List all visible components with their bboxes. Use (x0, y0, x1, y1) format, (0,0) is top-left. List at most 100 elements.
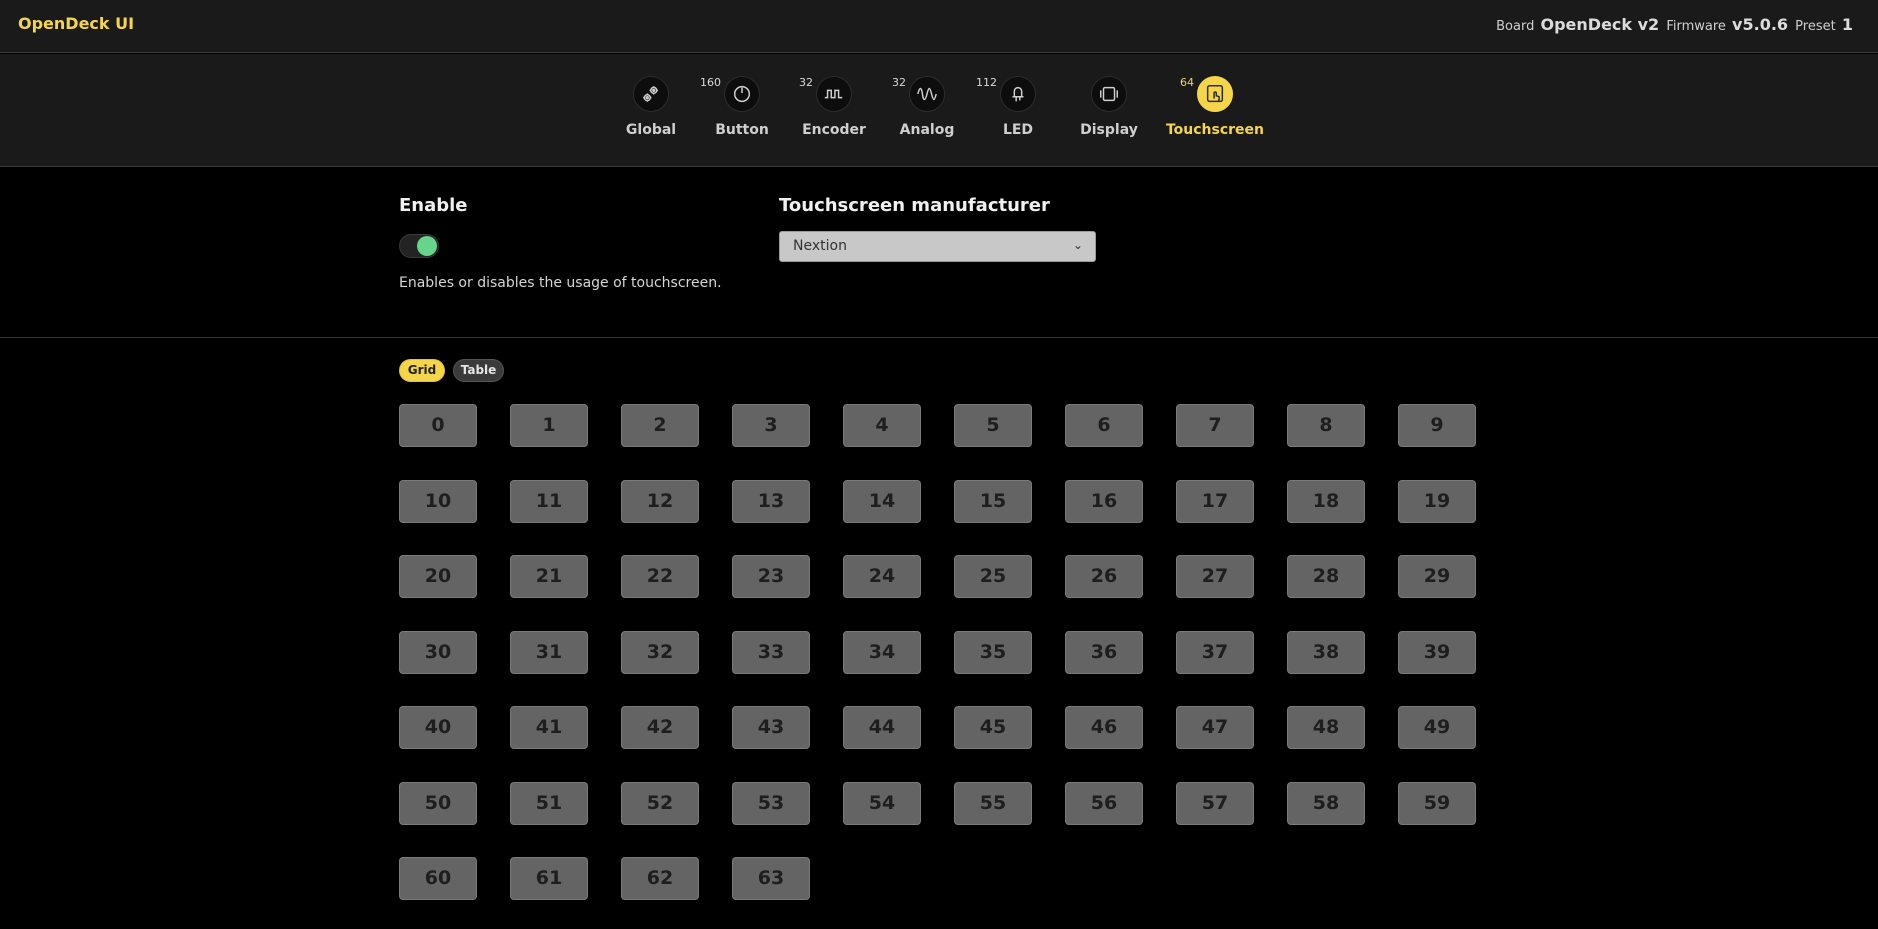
touchscreen-component-button[interactable]: 42 (621, 706, 699, 749)
touchscreen-component-button[interactable]: 58 (1287, 781, 1365, 825)
touchscreen-component-button[interactable]: 39 (1398, 630, 1476, 674)
touchscreen-component-button[interactable]: 62 (621, 857, 699, 900)
touchscreen-component-button[interactable]: 5 (954, 404, 1032, 447)
touchscreen-component-button[interactable]: 57 (1176, 781, 1254, 825)
touchscreen-component-button[interactable]: 13 (732, 479, 810, 523)
touchscreen-component-button[interactable]: 60 (399, 857, 477, 900)
nav-item-display[interactable]: Display (1059, 76, 1159, 146)
touchscreen-component-button[interactable]: 59 (1398, 781, 1476, 825)
touchscreen-component-button[interactable]: 52 (621, 781, 699, 825)
touchscreen-component-button[interactable]: 48 (1287, 706, 1365, 749)
nav-item-encoder[interactable]: 32 Encoder (784, 76, 884, 146)
board-value: OpenDeck v2 (1540, 15, 1660, 34)
touchscreen-component-button[interactable]: 50 (399, 781, 477, 825)
touchscreen-component-button[interactable]: 33 (732, 630, 810, 674)
nav-label: Global (625, 122, 677, 138)
nav-item-button[interactable]: 160 Button (692, 76, 792, 146)
touchscreen-component-button[interactable]: 30 (399, 630, 477, 674)
preset-value[interactable]: 1 (1842, 15, 1853, 34)
touchscreen-component-button[interactable]: 18 (1287, 479, 1365, 523)
nav-count: 160 (700, 76, 721, 89)
touchscreen-component-button[interactable]: 31 (510, 630, 588, 674)
touchscreen-component-button[interactable]: 11 (510, 479, 588, 523)
nav-count: 112 (976, 76, 997, 89)
touchscreen-component-button[interactable]: 49 (1398, 706, 1476, 749)
device-info: Board OpenDeck v2 Firmware v5.0.6 Preset… (1496, 15, 1856, 34)
touchscreen-component-button[interactable]: 14 (843, 479, 921, 523)
manufacturer-title: Touchscreen manufacturer (779, 195, 1050, 216)
touchscreen-component-button[interactable]: 0 (399, 404, 477, 447)
touchscreen-component-button[interactable]: 54 (843, 781, 921, 825)
nav-item-analog[interactable]: 32 Analog (877, 76, 977, 146)
enable-title: Enable (399, 195, 468, 216)
touchscreen-component-button[interactable]: 46 (1065, 706, 1143, 749)
touchscreen-component-button[interactable]: 9 (1398, 404, 1476, 447)
touchscreen-component-button[interactable]: 26 (1065, 555, 1143, 598)
touchscreen-component-button[interactable]: 36 (1065, 630, 1143, 674)
touchscreen-component-button[interactable]: 51 (510, 781, 588, 825)
manufacturer-value: Nextion (793, 238, 847, 254)
touchscreen-component-button[interactable]: 3 (732, 404, 810, 447)
touchscreen-component-button[interactable]: 40 (399, 706, 477, 749)
touchscreen-component-button[interactable]: 28 (1287, 555, 1365, 598)
firmware-label: Firmware (1666, 19, 1726, 34)
touchscreen-component-button[interactable]: 4 (843, 404, 921, 447)
toggle-knob (417, 236, 437, 256)
touchscreen-component-button[interactable]: 10 (399, 479, 477, 523)
firmware-value: v5.0.6 (1732, 15, 1789, 34)
nav-item-touchscreen[interactable]: 64 Touchscreen (1165, 76, 1265, 146)
touchscreen-component-button[interactable]: 44 (843, 706, 921, 749)
touch-hand-icon (1197, 76, 1233, 112)
touchscreen-component-button[interactable]: 29 (1398, 555, 1476, 598)
sine-wave-icon (909, 76, 945, 112)
nav-label: Display (1080, 122, 1138, 138)
touchscreen-component-button[interactable]: 55 (954, 781, 1032, 825)
nav-item-global[interactable]: Global (601, 76, 701, 146)
touchscreen-component-button[interactable]: 22 (621, 555, 699, 598)
nav-count: 32 (892, 76, 906, 89)
touchscreen-settings: Enable Enables or disables the usage of … (0, 168, 1878, 338)
nav-label: Encoder (802, 122, 866, 138)
touchscreen-component-button[interactable]: 38 (1287, 630, 1365, 674)
nav-item-led[interactable]: 112 LED (968, 76, 1068, 146)
view-table-button[interactable]: Table (453, 359, 504, 382)
touchscreen-component-button[interactable]: 47 (1176, 706, 1254, 749)
touchscreen-component-button[interactable]: 56 (1065, 781, 1143, 825)
touchscreen-component-button[interactable]: 8 (1287, 404, 1365, 447)
touchscreen-component-button[interactable]: 7 (1176, 404, 1254, 447)
touchscreen-component-button[interactable]: 35 (954, 630, 1032, 674)
view-grid-button[interactable]: Grid (399, 359, 445, 382)
nav-label: Touchscreen (1165, 122, 1265, 138)
touchscreen-component-button[interactable]: 21 (510, 555, 588, 598)
touchscreen-component-button[interactable]: 34 (843, 630, 921, 674)
app-title[interactable]: OpenDeck UI (18, 14, 134, 33)
touchscreen-component-button[interactable]: 23 (732, 555, 810, 598)
touchscreen-component-button[interactable]: 43 (732, 706, 810, 749)
touchscreen-component-button[interactable]: 24 (843, 555, 921, 598)
touchscreen-component-button[interactable]: 12 (621, 479, 699, 523)
touchscreen-component-button[interactable]: 53 (732, 781, 810, 825)
enable-toggle[interactable] (399, 234, 439, 258)
touchscreen-component-button[interactable]: 16 (1065, 479, 1143, 523)
touchscreen-component-button[interactable]: 19 (1398, 479, 1476, 523)
top-bar: OpenDeck UI Board OpenDeck v2 Firmware v… (0, 0, 1878, 53)
touchscreen-component-button[interactable]: 41 (510, 706, 588, 749)
touchscreen-component-button[interactable]: 1 (510, 404, 588, 447)
touchscreen-component-button[interactable]: 25 (954, 555, 1032, 598)
nav-label: Button (715, 122, 769, 138)
board-label: Board (1496, 19, 1535, 34)
gears-icon (633, 76, 669, 112)
touchscreen-component-button[interactable]: 61 (510, 857, 588, 900)
touchscreen-component-button[interactable]: 32 (621, 630, 699, 674)
touchscreen-component-button[interactable]: 15 (954, 479, 1032, 523)
touchscreen-component-button[interactable]: 45 (954, 706, 1032, 749)
touchscreen-component-button[interactable]: 2 (621, 404, 699, 447)
manufacturer-select[interactable]: Nextion ⌄ (779, 231, 1096, 262)
touchscreen-component-button[interactable]: 37 (1176, 630, 1254, 674)
touchscreen-component-button[interactable]: 27 (1176, 555, 1254, 598)
preset-label: Preset (1795, 19, 1836, 34)
touchscreen-component-button[interactable]: 17 (1176, 479, 1254, 523)
touchscreen-component-button[interactable]: 20 (399, 555, 477, 598)
touchscreen-component-button[interactable]: 63 (732, 857, 810, 900)
touchscreen-component-button[interactable]: 6 (1065, 404, 1143, 447)
